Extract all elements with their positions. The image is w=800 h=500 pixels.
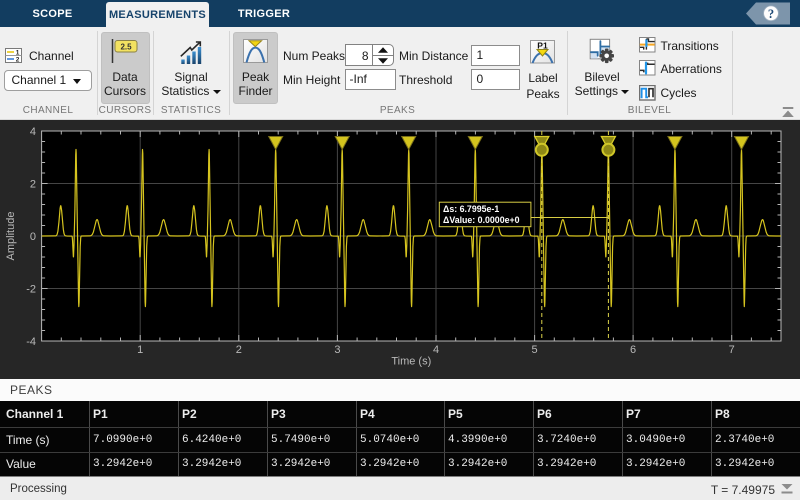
svg-text:Amplitude: Amplitude [5,212,17,261]
svg-text:8: 8 [361,49,368,63]
svg-text:5: 5 [532,344,538,356]
svg-text:Δs: 6.7995e-1: Δs: 6.7995e-1 [443,204,499,214]
svg-text:6: 6 [630,344,636,356]
svg-text:4: 4 [433,344,439,356]
svg-text:7: 7 [729,344,735,356]
svg-text:-2: -2 [26,284,36,296]
svg-text:1: 1 [16,49,20,56]
svg-text:-4: -4 [26,336,36,348]
svg-text:2: 2 [30,179,36,191]
svg-text:Time (s): Time (s) [391,356,431,368]
svg-text:2.5: 2.5 [120,42,132,51]
svg-text:ΔValue: 0.0000e+0: ΔValue: 0.0000e+0 [443,215,520,225]
svg-text:?: ? [768,7,774,21]
svg-text:2: 2 [236,344,242,356]
svg-text:3: 3 [334,344,340,356]
svg-text:1: 1 [137,344,143,356]
svg-text:2: 2 [16,56,20,63]
svg-text:4: 4 [30,126,36,138]
svg-text:0: 0 [30,231,36,243]
